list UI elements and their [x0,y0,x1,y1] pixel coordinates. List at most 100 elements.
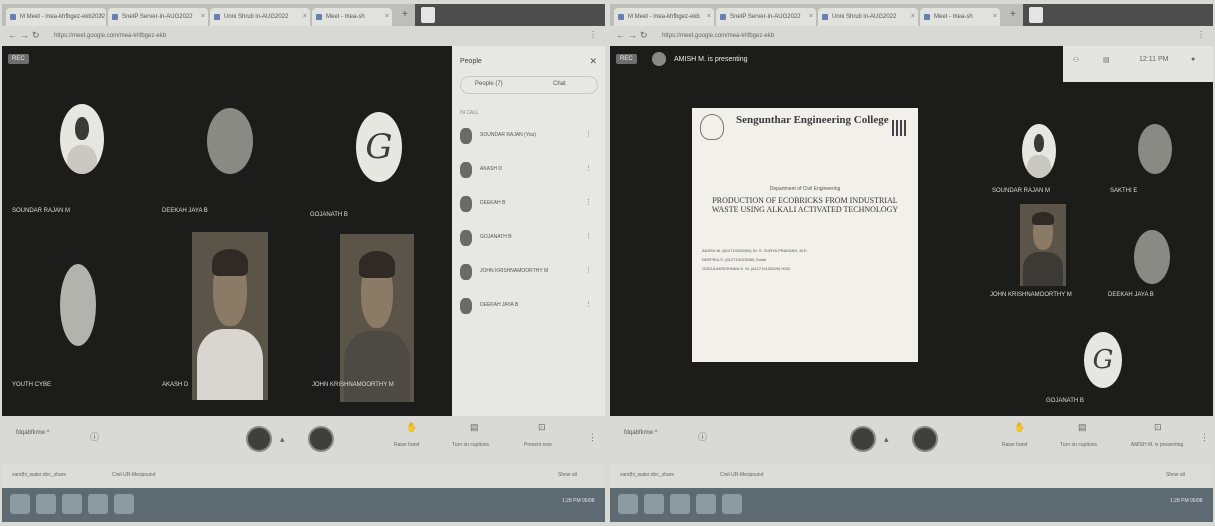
people-icon[interactable]: ⚇ [1073,56,1079,64]
close-icon[interactable]: × [201,8,205,26]
more-icon[interactable]: ⋮ [585,198,592,206]
captions-label[interactable]: Turn on captions [452,442,489,448]
more-icon[interactable]: ⋮ [1200,432,1209,443]
captions-icon[interactable]: ▤ [470,422,479,433]
participant-row[interactable]: DEEKAH JAYA B ⋮ [456,296,596,318]
captions-label[interactable]: Turn on captions [1060,442,1097,448]
hair-shape [1031,212,1055,226]
slide-row: GOKULAKRISHNAN K. M. (612719103009) HOD [702,266,791,271]
explorer-icon[interactable] [644,494,664,514]
browser-tab[interactable]: SnetP Server-in-AUG2022 × [108,8,208,26]
chrome-icon[interactable] [722,494,742,514]
more-icon[interactable]: ⋮ [588,432,597,443]
present-label[interactable]: AMISH M. is presenting [1122,442,1192,448]
qr-code-icon [892,120,908,136]
raise-hand-label[interactable]: Raise hand [1002,442,1027,448]
show-all-link[interactable]: Show all [558,472,577,478]
chat-icon[interactable]: ▤ [1103,56,1110,64]
participant-row[interactable]: AKASH D ⋮ [456,160,596,182]
more-icon[interactable]: ⋮ [585,232,592,240]
back-icon[interactable]: ← [616,30,625,40]
close-icon[interactable]: ✕ [589,56,597,67]
downloads-bar: sandhi_water.doc_share Civil-UR-Mexpound… [610,464,1213,488]
close-icon[interactable]: × [911,8,915,26]
info-icon[interactable]: ⓘ [90,430,99,443]
close-icon[interactable]: × [809,8,813,26]
meeting-code[interactable]: fdqabfkmw ^ [16,430,50,436]
more-icon[interactable]: ⋮ [585,266,592,274]
participant-row[interactable]: SOUNDAR RAJAN (You) ⋮ [456,126,596,148]
extension-icon[interactable] [421,7,435,23]
participant-row[interactable]: JOHN KRISHNAMOORTHY M ⋮ [456,262,596,284]
hair-shape [211,248,249,276]
raise-hand-icon[interactable]: ✋ [406,422,417,433]
app-icon[interactable] [88,494,108,514]
close-icon[interactable]: × [993,8,997,26]
browser-tab[interactable]: Meet - mea-sh × [920,8,1000,26]
browser-tab[interactable]: Unni Shruti in-AUG2022 × [210,8,310,26]
close-icon[interactable]: × [385,8,389,26]
participant-row[interactable]: GOJANATH B ⋮ [456,228,596,250]
favicon-icon [214,14,220,20]
participant-row-name: JOHN KRISHNAMOORTHY M [480,268,549,274]
show-all-link[interactable]: Show all [1166,472,1185,478]
url-field[interactable]: https://meet.google.com/mea-khfbgez-ekb [54,30,474,42]
raise-hand-label[interactable]: Raise hand [394,442,419,448]
close-icon[interactable]: × [303,8,307,26]
download-item[interactable]: Civil-UR-Mexpound [720,472,763,478]
browser-tab[interactable]: M Meet - mea-khfbgez-ekb2022 × [6,8,106,26]
download-item[interactable]: sandhi_water.doc_share [12,472,66,478]
browser-tab[interactable]: SnetP Server-in-AUG2022 × [716,8,816,26]
url-field[interactable]: https://meet.google.com/mea-khfbgez-ekb [662,30,1082,42]
new-tab-icon[interactable]: + [1010,9,1016,20]
top-time: 12:11 PM [1139,56,1169,63]
camera-button[interactable] [912,426,938,452]
browser-tab[interactable]: Unni Shruti in-AUG2022 × [818,8,918,26]
app-icon[interactable] [62,494,82,514]
tab-label: SnetP Server-in-AUG2022 [730,14,801,20]
tab-bar: M Meet - mea-khfbgez-ekb × SnetP Server-i… [610,4,1213,26]
reload-icon[interactable]: ↻ [32,30,40,41]
download-item[interactable]: Civil-UR-Mexpound [112,472,155,478]
meeting-code[interactable]: fdqabfkmw ^ [624,430,658,436]
download-item[interactable]: sandhi_water.doc_share [620,472,674,478]
more-options-icon[interactable]: ▴ [280,434,285,445]
forward-icon[interactable]: → [628,30,637,40]
close-icon[interactable]: × [99,8,103,26]
present-icon[interactable]: ⊡ [1154,422,1162,433]
tab-chat[interactable]: Chat [553,81,566,87]
start-icon[interactable] [10,494,30,514]
explorer-icon[interactable] [36,494,56,514]
reload-icon[interactable]: ↻ [640,30,648,41]
forward-icon[interactable]: → [20,30,29,40]
captions-icon[interactable]: ▤ [1078,422,1087,433]
info-icon[interactable]: ⓘ [698,430,707,443]
app-icon[interactable] [670,494,690,514]
mic-button[interactable] [850,426,876,452]
new-tab-icon[interactable]: + [402,9,408,20]
camera-button[interactable] [308,426,334,452]
more-options-icon[interactable]: ▴ [884,434,889,445]
chrome-icon[interactable] [114,494,134,514]
close-icon[interactable]: × [707,8,711,26]
browser-tab[interactable]: M Meet - mea-khfbgez-ekb × [614,8,714,26]
present-label[interactable]: Present now [524,442,552,448]
participant-row[interactable]: DEEKAH B ⋮ [456,194,596,216]
menu-icon[interactable]: ⋮ [589,30,597,39]
more-icon[interactable]: ⋮ [585,300,592,308]
right-screen: M Meet - mea-khfbgez-ekb × SnetP Server-i… [610,4,1213,522]
more-icon[interactable]: ⋮ [585,164,592,172]
browser-tab[interactable]: Meet - mea-sh × [312,8,392,26]
start-icon[interactable] [618,494,638,514]
mic-button[interactable] [246,426,272,452]
mic-icon[interactable]: ⋮ [585,130,592,138]
extension-icon[interactable] [1029,7,1043,23]
menu-icon[interactable]: ⋮ [1197,30,1205,39]
back-icon[interactable]: ← [8,30,17,40]
app-icon[interactable] [696,494,716,514]
raise-hand-icon[interactable]: ✋ [1014,422,1025,433]
present-icon[interactable]: ⊡ [538,422,546,433]
avatar-body-shape [67,144,97,174]
participant-name: GOJANATH B [1046,398,1084,404]
tab-people[interactable]: People (7) [475,81,503,87]
